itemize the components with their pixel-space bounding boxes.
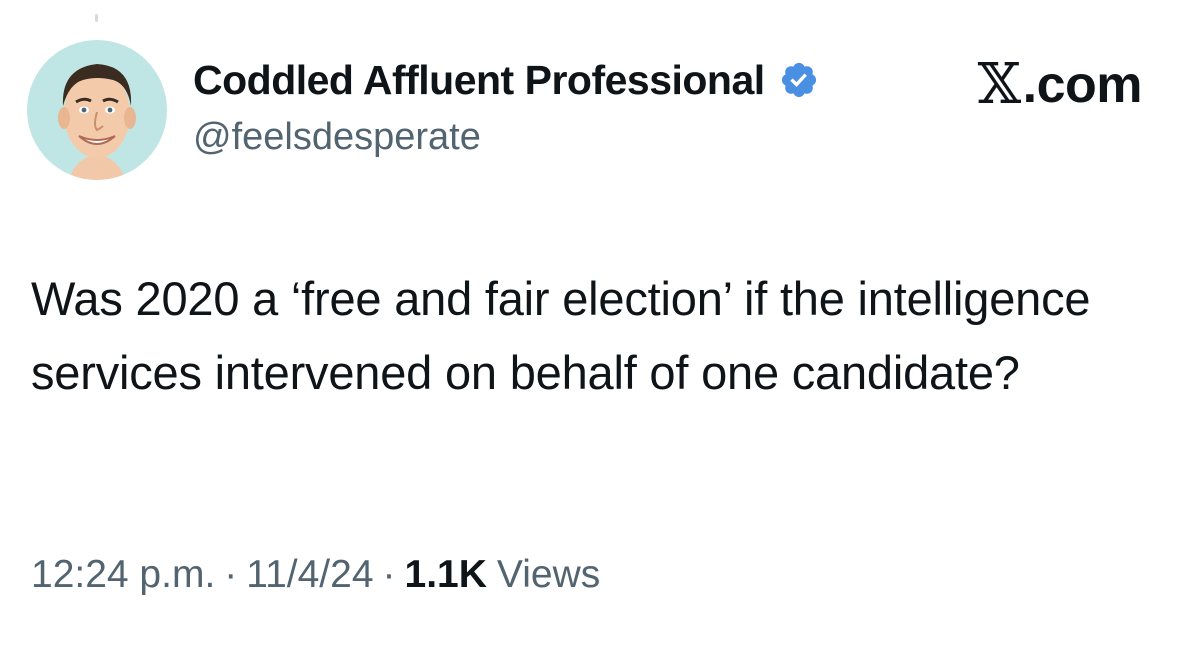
tweet-card: Coddled Affluent Professional 𝕏 .com @fe… [0,0,1200,652]
site-label: 𝕏 .com [977,52,1143,117]
meta-separator: · [224,553,238,596]
user-handle[interactable]: @feelsdesperate [193,116,481,159]
x-logo-icon: 𝕏 [977,52,1021,117]
avatar[interactable] [27,40,167,180]
top-divider-mark [95,14,98,22]
avatar-image [27,40,167,180]
verified-badge-icon [779,60,819,100]
meta-separator: · [382,553,396,596]
tweet-date[interactable]: 11/4/24 [246,553,373,597]
views-count: 1.1K [404,553,487,596]
display-name[interactable]: Coddled Affluent Professional [193,57,765,104]
views-label: Views [496,553,601,596]
tweet-text: Was 2020 a ‘free and fair election’ if t… [31,272,1091,399]
site-domain-text: .com [1022,55,1143,114]
tweet-meta: 12:24 p.m. · 11/4/24 · 1.1K Views [31,553,600,597]
author-name-row: Coddled Affluent Professional [193,57,819,104]
tweet-time[interactable]: 12:24 p.m. [31,553,215,597]
